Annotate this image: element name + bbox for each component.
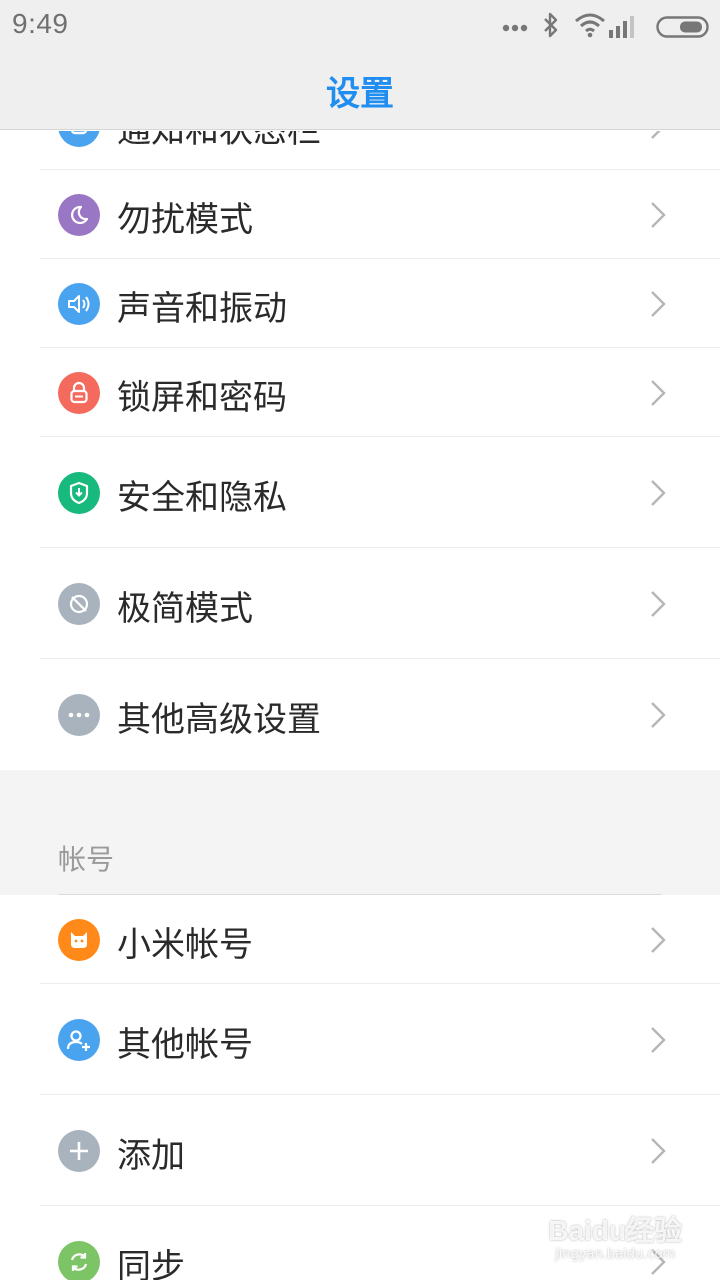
chevron-right-icon — [651, 380, 666, 406]
settings-item-label: 其他高级设置 — [117, 700, 321, 740]
chevron-right-icon — [651, 1027, 666, 1053]
title-bar: 设置 — [0, 52, 720, 130]
chevron-right-icon — [651, 291, 666, 317]
section-header-account: 帐号 — [0, 770, 720, 895]
baidu-watermark: Baidu经验 jingyan.baidu.com — [548, 1209, 682, 1262]
account-item-add[interactable]: 添加 — [0, 1095, 720, 1206]
chevron-right-icon — [651, 131, 661, 139]
settings-item-sound-vibration[interactable]: 声音和振动 — [0, 259, 720, 348]
watermark-main: Baidu经验 — [548, 1215, 682, 1246]
lock-icon — [58, 372, 100, 414]
settings-item-advanced[interactable]: 其他高级设置 — [0, 659, 720, 770]
account-item-other-accounts[interactable]: 其他帐号 — [0, 984, 720, 1095]
account-item-label: 小米帐号 — [117, 925, 253, 965]
chevron-right-icon — [651, 480, 666, 506]
settings-list[interactable]: 通知和状态栏 勿扰模式 声音和振动 锁屏和密码 安全和隐私 极简模式 其他高级设… — [0, 131, 720, 1280]
watermark-sub: jingyan.baidu.com — [555, 1247, 676, 1262]
bluetooth-icon — [544, 12, 558, 38]
status-bar: 9:49 — [0, 0, 720, 52]
battery-icon — [656, 16, 709, 38]
settings-item-label: 安全和隐私 — [117, 478, 287, 518]
settings-item-notifications[interactable]: 通知和状态栏 — [0, 131, 720, 170]
plus-icon — [58, 1130, 100, 1172]
section-title: 帐号 — [58, 843, 115, 876]
minimal-mode-icon — [58, 583, 100, 625]
account-item-label: 同步 — [117, 1247, 185, 1280]
settings-item-label: 通知和状态栏 — [117, 131, 321, 151]
wifi-icon — [575, 13, 605, 38]
chevron-right-icon — [651, 1138, 666, 1164]
chevron-right-icon — [651, 702, 666, 728]
account-item-label: 添加 — [117, 1136, 185, 1176]
settings-item-do-not-disturb[interactable]: 勿扰模式 — [0, 170, 720, 259]
settings-item-label: 锁屏和密码 — [117, 378, 287, 418]
settings-item-label: 勿扰模式 — [117, 200, 253, 240]
settings-item-lock-screen[interactable]: 锁屏和密码 — [0, 348, 720, 437]
user-add-icon — [58, 1019, 100, 1061]
settings-item-security-privacy[interactable]: 安全和隐私 — [0, 437, 720, 548]
settings-item-label: 声音和振动 — [117, 289, 287, 329]
chevron-right-icon — [651, 202, 666, 228]
chevron-right-icon — [651, 927, 666, 953]
more-icon — [58, 694, 100, 736]
signal-icon — [609, 16, 634, 38]
account-item-label: 其他帐号 — [117, 1025, 253, 1065]
speaker-icon — [58, 283, 100, 325]
settings-item-minimal-mode[interactable]: 极简模式 — [0, 548, 720, 659]
page-title: 设置 — [326, 74, 394, 114]
moon-icon — [58, 194, 100, 236]
shield-icon — [58, 472, 100, 514]
status-time: 9:49 — [12, 8, 69, 39]
more-dots-icon — [502, 24, 528, 32]
notification-icon — [58, 131, 100, 147]
account-item-mi-account[interactable]: 小米帐号 — [0, 895, 720, 984]
sync-icon — [58, 1241, 100, 1280]
mi-account-icon — [58, 919, 100, 961]
settings-item-label: 极简模式 — [117, 589, 253, 629]
chevron-right-icon — [651, 591, 666, 617]
